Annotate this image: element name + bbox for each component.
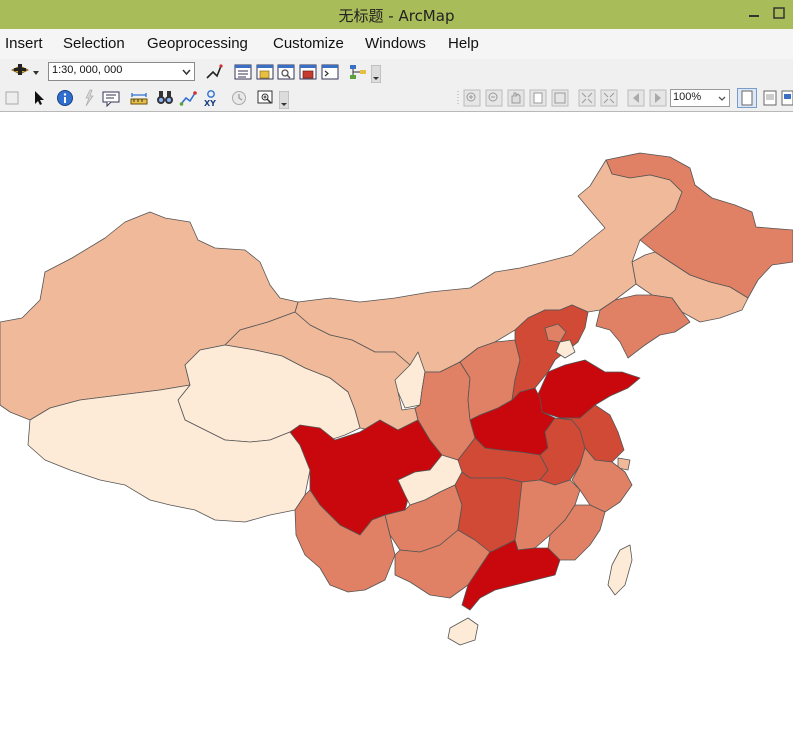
province-taiwan[interactable] <box>607 544 633 596</box>
identify-icon[interactable] <box>56 89 74 107</box>
model-builder-icon[interactable] <box>349 63 367 81</box>
go-to-xy-icon[interactable]: XY <box>202 89 220 107</box>
title-bar: 无标题 - ArcMap <box>0 0 793 29</box>
chevron-down-icon[interactable] <box>717 93 727 103</box>
arctoolbox-icon[interactable] <box>299 63 317 81</box>
minimize-icon[interactable] <box>747 6 761 20</box>
menu-customize[interactable]: Customize <box>273 35 344 52</box>
menu-windows[interactable]: Windows <box>365 35 426 52</box>
editor-icon[interactable] <box>205 63 223 81</box>
province-shandong[interactable] <box>534 359 641 419</box>
layout-zoom-combo[interactable]: 100% <box>670 89 730 107</box>
select-elements-icon[interactable] <box>30 89 48 107</box>
province-liaoning[interactable] <box>595 294 691 359</box>
search-window-icon[interactable] <box>277 63 295 81</box>
create-viewer-window-icon[interactable] <box>257 89 275 107</box>
add-data-icon[interactable] <box>9 63 41 81</box>
menu-geoprocessing[interactable]: Geoprocessing <box>147 35 248 52</box>
svg-text:XY: XY <box>204 99 216 107</box>
measure-icon[interactable] <box>130 89 148 107</box>
map-scale-combo[interactable]: 1:30, 000, 000 <box>48 62 195 81</box>
find-route-icon[interactable] <box>179 89 197 107</box>
menu-insert[interactable]: Insert <box>5 35 43 52</box>
map-scale-value: 1:30, 000, 000 <box>52 64 123 76</box>
focus-data-frame-icon[interactable] <box>761 89 779 107</box>
layout-zoom-value: 100% <box>673 91 702 103</box>
toggle-draft-mode-icon[interactable] <box>737 88 757 108</box>
python-window-icon[interactable] <box>321 63 339 81</box>
toolbar-options-icon[interactable] <box>371 65 381 83</box>
zoom-100-icon[interactable] <box>551 89 569 107</box>
find-icon[interactable] <box>156 89 174 107</box>
hyperlink-icon[interactable] <box>80 89 98 107</box>
go-back-extent-icon[interactable] <box>627 89 645 107</box>
window-title: 无标题 - ArcMap <box>338 7 455 25</box>
toolbar-grip-icon[interactable] <box>455 89 461 107</box>
toolbar-options-icon[interactable] <box>279 91 289 109</box>
zoom-whole-page-icon[interactable] <box>529 89 547 107</box>
china-choropleth-map[interactable] <box>0 112 793 735</box>
zoom-in-layout-icon[interactable] <box>463 89 481 107</box>
catalog-icon[interactable] <box>256 63 274 81</box>
fixed-zoom-out-icon[interactable] <box>600 89 618 107</box>
menu-help[interactable]: Help <box>448 35 479 52</box>
go-forward-extent-icon[interactable] <box>649 89 667 107</box>
map-display[interactable] <box>0 112 793 735</box>
menu-selection[interactable]: Selection <box>63 35 125 52</box>
zoom-out-layout-icon[interactable] <box>485 89 503 107</box>
table-of-contents-icon[interactable] <box>234 63 252 81</box>
fixed-zoom-in-icon[interactable] <box>578 89 596 107</box>
time-slider-icon[interactable] <box>230 89 248 107</box>
maximize-icon[interactable] <box>772 6 786 20</box>
tools-toolbar: XY 100% <box>0 86 793 112</box>
html-popup-icon[interactable] <box>102 89 120 107</box>
standard-toolbar: 1:30, 000, 000 <box>0 59 793 86</box>
menu-bar: Insert Selection Geoprocessing Customize… <box>0 29 793 59</box>
clear-selection-icon[interactable] <box>4 89 22 107</box>
province-hainan[interactable] <box>447 617 479 646</box>
pan-layout-icon[interactable] <box>507 89 525 107</box>
change-layout-icon[interactable] <box>781 89 793 107</box>
chevron-down-icon[interactable] <box>181 66 192 77</box>
